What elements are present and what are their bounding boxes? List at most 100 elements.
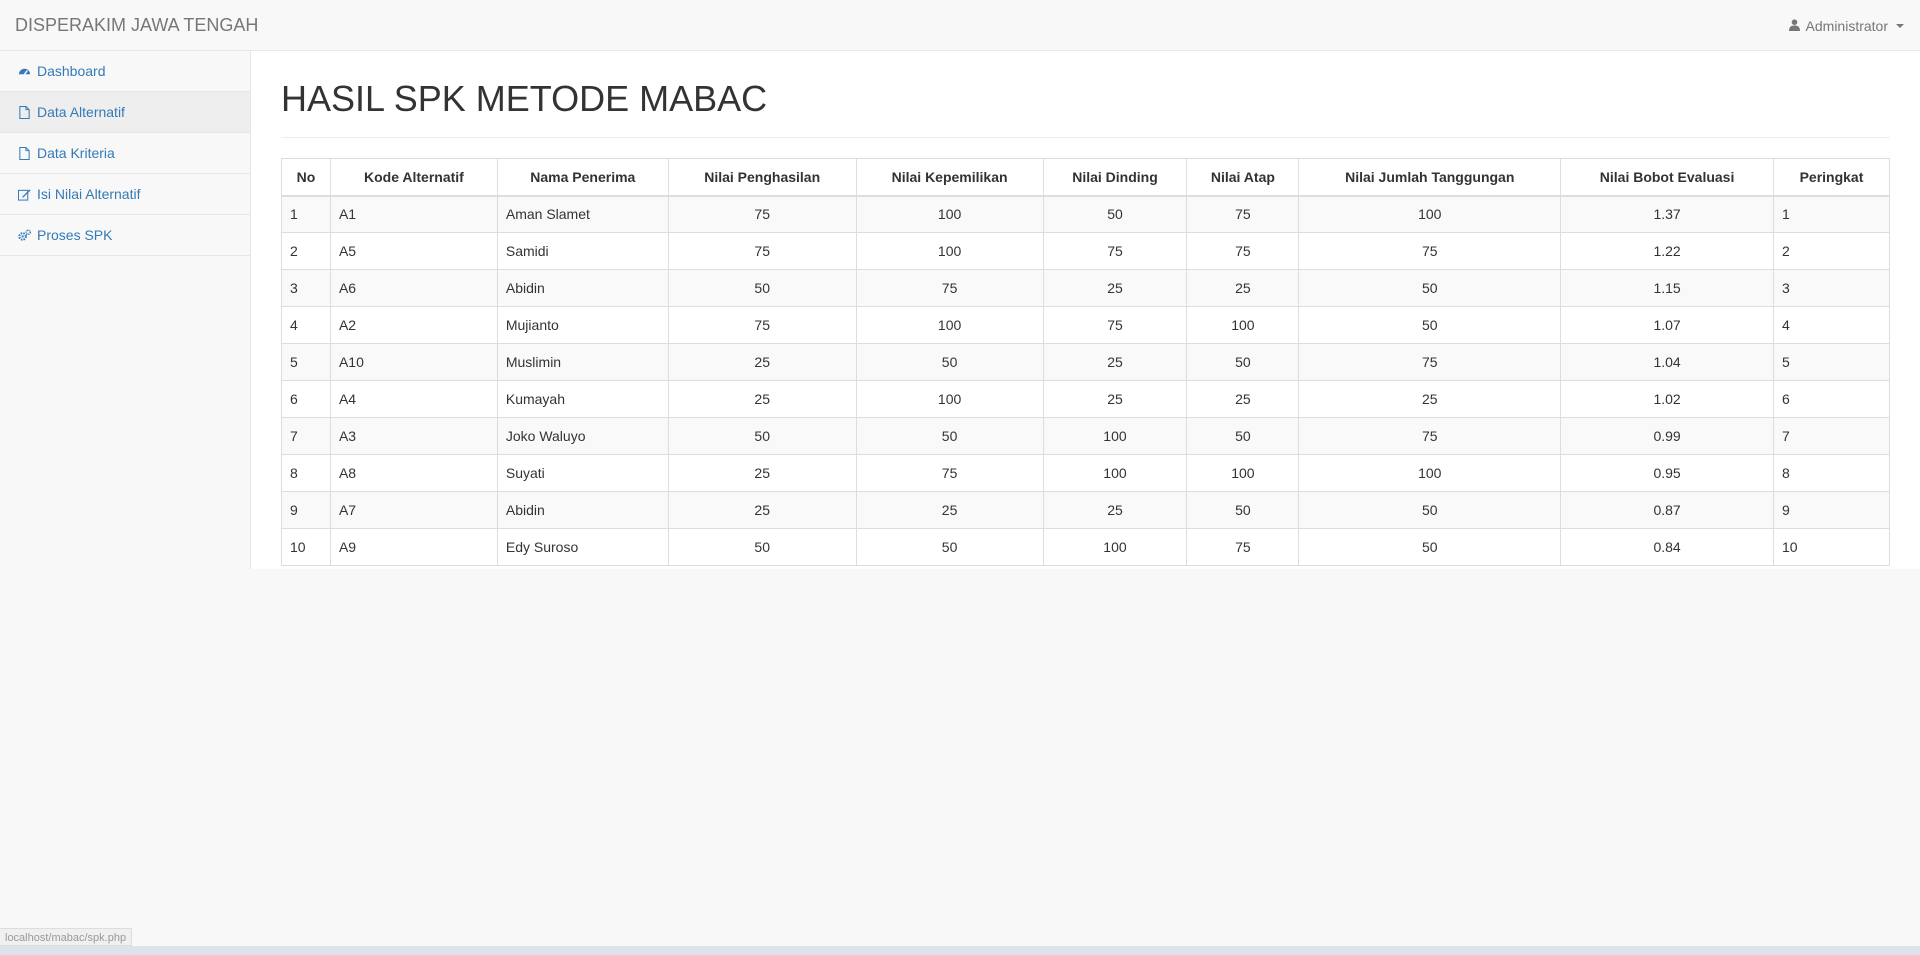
- sidebar-item-data-kriteria[interactable]: Data Kriteria: [0, 133, 250, 174]
- table-row: 9 A7 Abidin 25 25 25 50 50 0.87 9: [281, 491, 1891, 529]
- user-menu-dropdown[interactable]: Administrator: [1788, 16, 1904, 36]
- taskbar-strip: [0, 946, 1920, 955]
- dinding-cell: 75: [1042, 232, 1188, 270]
- kepemilikan-cell: 50: [855, 417, 1044, 455]
- penghasilan-cell: 75: [667, 232, 857, 270]
- tanggungan-cell: 50: [1298, 306, 1562, 344]
- kepemilikan-cell: 25: [855, 491, 1044, 529]
- dinding-cell: 25: [1042, 491, 1188, 529]
- table-body: 1 A1 Aman Slamet 75 100 50 75 100 1.37 1 2 A5 Samidi…: [281, 195, 1891, 566]
- results-table: No Kode Alternatif Nama Penerima Nilai P…: [281, 158, 1891, 566]
- peringkat-cell: 2: [1772, 232, 1891, 270]
- bobot-cell: 1.37: [1560, 195, 1774, 233]
- dinding-cell: 25: [1042, 269, 1188, 307]
- peringkat-cell: 4: [1772, 306, 1891, 344]
- brand-link[interactable]: DISPERAKIM JAWA TENGAH: [15, 15, 258, 35]
- table-row: 5 A10 Muslimin 25 50 25 50 75 1.04 5: [281, 343, 1891, 381]
- dinding-cell: 75: [1042, 306, 1188, 344]
- dashboard-icon: [18, 65, 31, 78]
- bobot-cell: 1.02: [1560, 380, 1774, 418]
- peringkat-cell: 6: [1772, 380, 1891, 418]
- bobot-cell: 0.84: [1560, 528, 1774, 566]
- kepemilikan-cell: 75: [855, 454, 1044, 492]
- nama-cell: Muslimin: [496, 343, 669, 381]
- nama-cell: Abidin: [496, 269, 669, 307]
- caret-down-icon: [1896, 24, 1904, 28]
- peringkat-cell: 5: [1772, 343, 1891, 381]
- sidebar-item-isi-nilai-alternatif[interactable]: Isi Nilai Alternatif: [0, 174, 250, 215]
- atap-cell: 50: [1186, 491, 1300, 529]
- nama-cell: Suyati: [496, 454, 669, 492]
- tanggungan-cell: 100: [1298, 195, 1562, 233]
- peringkat-cell: 9: [1772, 491, 1891, 529]
- gears-icon: [18, 228, 31, 242]
- user-icon: [1788, 16, 1800, 36]
- sidebar-item-dashboard[interactable]: Dashboard: [0, 51, 250, 92]
- penghasilan-cell: 25: [667, 454, 857, 492]
- column-header: Nilai Jumlah Tanggungan: [1298, 158, 1562, 197]
- kode-cell: A5: [329, 232, 498, 270]
- kode-cell: A10: [329, 343, 498, 381]
- file-icon: [18, 146, 31, 160]
- penghasilan-cell: 50: [667, 269, 857, 307]
- column-header: Peringkat: [1772, 158, 1891, 197]
- column-header: Nilai Penghasilan: [667, 158, 857, 197]
- tanggungan-cell: 50: [1298, 528, 1562, 566]
- atap-cell: 25: [1186, 269, 1300, 307]
- user-name: Administrator: [1805, 18, 1888, 34]
- peringkat-cell: 3: [1772, 269, 1891, 307]
- sidebar-item-label: Dashboard: [37, 63, 106, 79]
- file-icon: [18, 105, 31, 119]
- sidebar-item-label: Data Kriteria: [37, 145, 115, 161]
- no-cell: 7: [281, 417, 331, 455]
- penghasilan-cell: 25: [667, 491, 857, 529]
- penghasilan-cell: 25: [667, 380, 857, 418]
- column-header: Nama Penerima: [496, 158, 669, 197]
- page-title: HASIL SPK METODE MABAC: [281, 69, 1890, 138]
- no-cell: 1: [281, 195, 331, 233]
- bobot-cell: 1.15: [1560, 269, 1774, 307]
- table-row: 10 A9 Edy Suroso 50 50 100 75 50 0.84 10: [281, 528, 1891, 566]
- table-row: 6 A4 Kumayah 25 100 25 25 25 1.02 6: [281, 380, 1891, 418]
- atap-cell: 75: [1186, 195, 1300, 233]
- column-header: Nilai Kepemilikan: [855, 158, 1044, 197]
- edit-icon: [18, 188, 31, 201]
- no-cell: 9: [281, 491, 331, 529]
- sidebar-item-proses-spk[interactable]: Proses SPK: [0, 215, 250, 256]
- bobot-cell: 1.22: [1560, 232, 1774, 270]
- nama-cell: Joko Waluyo: [496, 417, 669, 455]
- atap-cell: 25: [1186, 380, 1300, 418]
- kode-cell: A9: [329, 528, 498, 566]
- table-row: 1 A1 Aman Slamet 75 100 50 75 100 1.37 1: [281, 195, 1891, 233]
- column-header: Kode Alternatif: [329, 158, 498, 197]
- nama-cell: Aman Slamet: [496, 195, 669, 233]
- atap-cell: 100: [1186, 306, 1300, 344]
- kepemilikan-cell: 50: [855, 343, 1044, 381]
- kode-cell: A6: [329, 269, 498, 307]
- table-row: 8 A8 Suyati 25 75 100 100 100 0.95 8: [281, 454, 1891, 492]
- dinding-cell: 25: [1042, 343, 1188, 381]
- column-header: Nilai Dinding: [1042, 158, 1188, 197]
- atap-cell: 75: [1186, 528, 1300, 566]
- kepemilikan-cell: 100: [855, 232, 1044, 270]
- bobot-cell: 0.87: [1560, 491, 1774, 529]
- bobot-cell: 1.07: [1560, 306, 1774, 344]
- sidebar-item-data-alternatif[interactable]: Data Alternatif: [0, 92, 250, 133]
- column-header: Nilai Bobot Evaluasi: [1560, 158, 1774, 197]
- bobot-cell: 0.99: [1560, 417, 1774, 455]
- dinding-cell: 50: [1042, 195, 1188, 233]
- peringkat-cell: 1: [1772, 195, 1891, 233]
- bobot-cell: 0.95: [1560, 454, 1774, 492]
- sidebar: Dashboard Data Alternatif Data Kriteria …: [0, 51, 250, 256]
- nama-cell: Samidi: [496, 232, 669, 270]
- atap-cell: 50: [1186, 343, 1300, 381]
- penghasilan-cell: 25: [667, 343, 857, 381]
- bobot-cell: 1.04: [1560, 343, 1774, 381]
- tanggungan-cell: 50: [1298, 269, 1562, 307]
- penghasilan-cell: 50: [667, 528, 857, 566]
- page-wrapper: HASIL SPK METODE MABAC No Kode Alternati…: [250, 51, 1920, 569]
- top-navbar: DISPERAKIM JAWA TENGAH Administrator: [0, 0, 1920, 51]
- kode-cell: A1: [329, 195, 498, 233]
- sidebar-item-label: Data Alternatif: [37, 104, 125, 120]
- peringkat-cell: 7: [1772, 417, 1891, 455]
